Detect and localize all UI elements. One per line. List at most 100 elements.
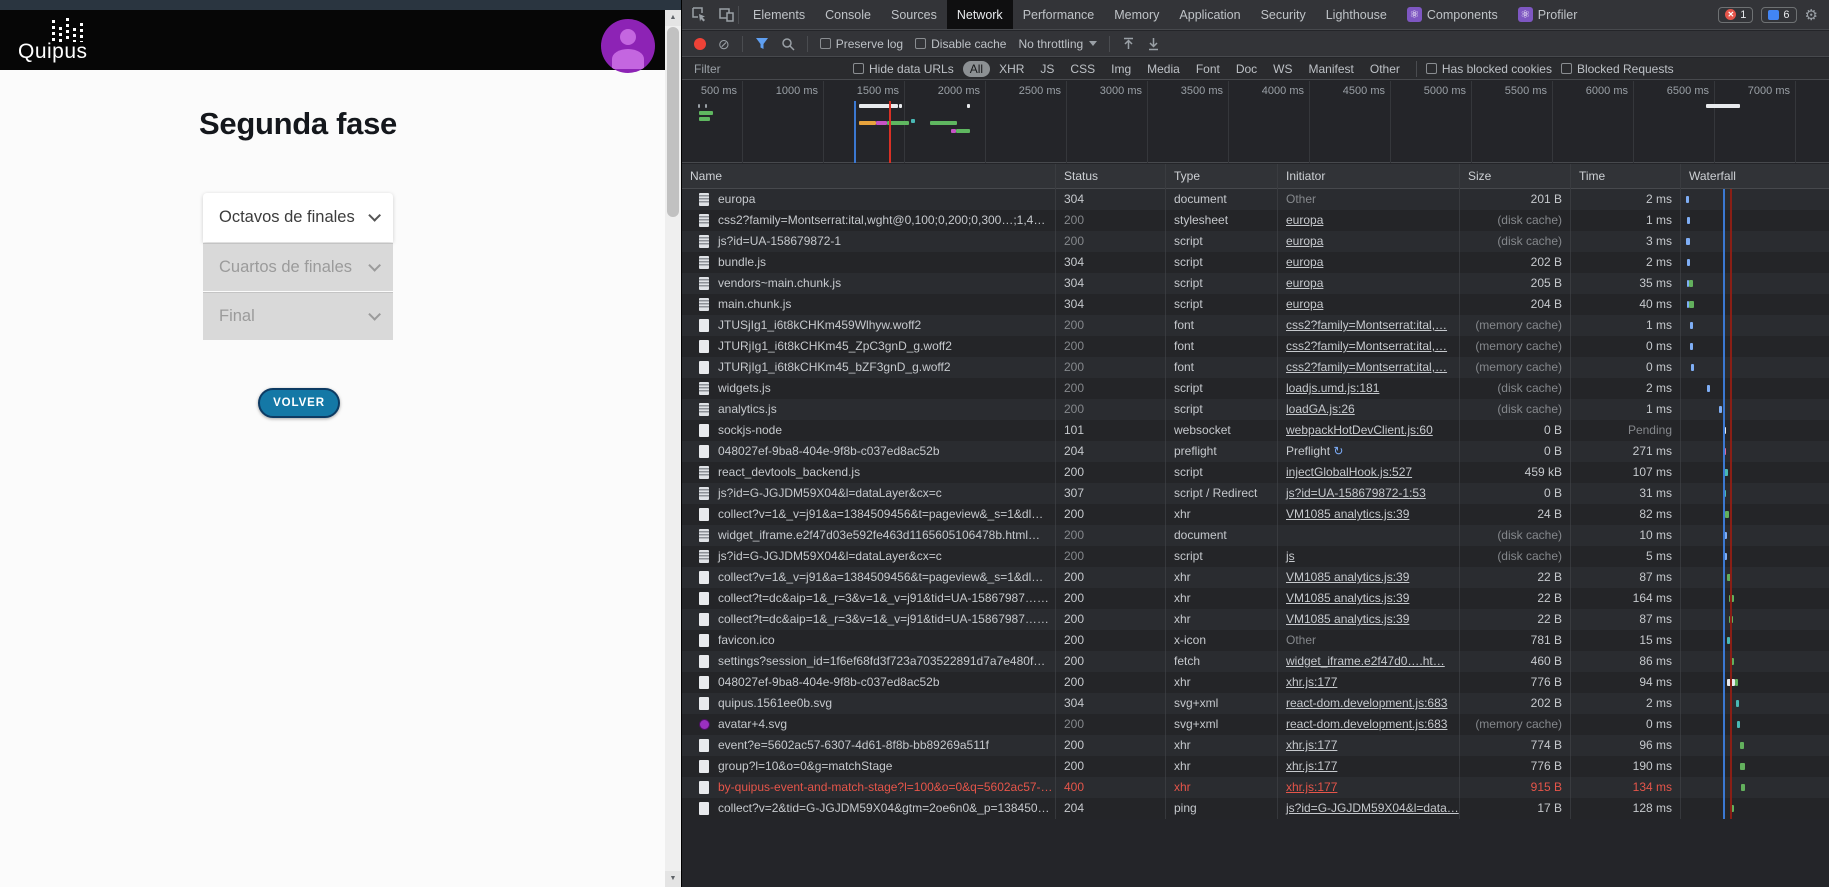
column-header-waterfall[interactable]: Waterfall (1681, 164, 1829, 189)
network-request-row[interactable]: bundle.js304scripteuropa202 B2 ms (682, 252, 1829, 273)
network-request-row[interactable]: sockjs-node101websocketwebpackHotDevClie… (682, 420, 1829, 441)
initiator-link[interactable]: VM1085 analytics.js:39 (1286, 570, 1409, 584)
initiator-link[interactable]: xhr.js:177 (1286, 675, 1337, 689)
tab-console[interactable]: Console (815, 0, 881, 29)
tab-application[interactable]: Application (1169, 0, 1250, 29)
network-request-row[interactable]: JTURjIg1_i6t8kCHKm45_ZpC3gnD_g.woff2200f… (682, 336, 1829, 357)
scroll-down-arrow-icon[interactable]: ▼ (665, 871, 681, 887)
initiator-link[interactable]: VM1085 analytics.js:39 (1286, 507, 1409, 521)
network-request-row[interactable]: analytics.js200scriptloadGA.js:26(disk c… (682, 399, 1829, 420)
column-header-status[interactable]: Status (1056, 164, 1166, 189)
inspect-element-icon[interactable] (692, 7, 707, 22)
tab-security[interactable]: Security (1251, 0, 1316, 29)
tab-profiler[interactable]: ⚛Profiler (1508, 0, 1588, 29)
tab-network[interactable]: Network (947, 0, 1013, 29)
network-overview-timeline[interactable]: 500 ms1000 ms1500 ms2000 ms2500 ms3000 m… (682, 81, 1829, 163)
column-header-time[interactable]: Time (1571, 164, 1681, 189)
filter-pill-other[interactable]: Other (1363, 61, 1407, 77)
initiator-link[interactable]: xhr.js:177 (1286, 780, 1337, 794)
initiator-link[interactable]: europa (1286, 255, 1323, 269)
network-request-row[interactable]: settings?session_id=1f6ef68fd3f723a70352… (682, 651, 1829, 672)
filter-pill-media[interactable]: Media (1140, 61, 1187, 77)
disable-cache-checkbox[interactable]: Disable cache (915, 37, 1006, 51)
tab-sources[interactable]: Sources (881, 0, 947, 29)
initiator-link[interactable]: xhr.js:177 (1286, 738, 1337, 752)
filter-pill-xhr[interactable]: XHR (992, 61, 1031, 77)
network-request-row[interactable]: europa304documentOther201 B2 ms (682, 189, 1829, 210)
tab-elements[interactable]: Elements (743, 0, 815, 29)
initiator-link[interactable]: js (1286, 549, 1295, 563)
hide-data-urls-checkbox[interactable]: Hide data URLs (853, 62, 954, 76)
device-toolbar-icon[interactable] (719, 7, 734, 22)
console-error-badge[interactable]: ✕ 1 (1718, 7, 1753, 23)
network-request-row[interactable]: vendors~main.chunk.js304scripteuropa205 … (682, 273, 1829, 294)
tab-memory[interactable]: Memory (1104, 0, 1169, 29)
filter-pill-ws[interactable]: WS (1266, 61, 1299, 77)
page-scrollbar[interactable]: ▲ ▼ (665, 10, 681, 887)
filter-pill-all[interactable]: All (963, 61, 990, 77)
tab-lighthouse[interactable]: Lighthouse (1316, 0, 1397, 29)
import-har-icon[interactable] (1122, 37, 1135, 51)
initiator-link[interactable]: react-dom.development.js:683 (1286, 696, 1447, 710)
network-request-row[interactable]: event?e=5602ac57-6307-4d61-8f8b-bb89269a… (682, 735, 1829, 756)
network-request-row[interactable]: js?id=UA-158679872-1200scripteuropa(disk… (682, 231, 1829, 252)
initiator-link[interactable]: css2?family=Montserrat:ital,… (1286, 318, 1447, 332)
initiator-link[interactable]: europa (1286, 234, 1323, 248)
network-request-row[interactable]: quipus.1561ee0b.svg304svg+xmlreact-dom.d… (682, 693, 1829, 714)
tab-components[interactable]: ⚛Components (1397, 0, 1508, 29)
settings-gear-icon[interactable]: ⚙ (1805, 6, 1818, 24)
filter-input[interactable] (694, 62, 844, 76)
scrollbar-thumb[interactable] (667, 27, 679, 217)
initiator-link[interactable]: js?id=UA-158679872-1:53 (1286, 486, 1426, 500)
network-request-row[interactable]: widget_iframe.e2f47d03e592fe463d11656051… (682, 525, 1829, 546)
record-network-log-icon[interactable] (694, 38, 706, 50)
initiator-link[interactable]: loadGA.js:26 (1286, 402, 1355, 416)
initiator-link[interactable]: europa (1286, 297, 1323, 311)
network-request-row[interactable]: widgets.js200scriptloadjs.umd.js:181(dis… (682, 378, 1829, 399)
network-request-row[interactable]: collect?v=1&_v=j91&a=1384509456&t=pagevi… (682, 504, 1829, 525)
column-header-initiator[interactable]: Initiator (1278, 164, 1460, 189)
initiator-link[interactable]: xhr.js:177 (1286, 759, 1337, 773)
network-request-row[interactable]: JTUSjIg1_i6t8kCHKm459Wlhyw.woff2200fontc… (682, 315, 1829, 336)
clear-network-log-icon[interactable]: ⊘ (718, 37, 730, 51)
blocked-requests-checkbox[interactable]: Blocked Requests (1561, 62, 1674, 76)
initiator-link[interactable]: europa (1286, 276, 1323, 290)
initiator-link[interactable]: widget_iframe.e2f47d0….ht… (1286, 654, 1445, 668)
network-request-row[interactable]: group?l=10&o=0&g=matchStage200xhrxhr.js:… (682, 756, 1829, 777)
network-request-row[interactable]: favicon.ico200x-iconOther781 B15 ms (682, 630, 1829, 651)
network-request-row[interactable]: main.chunk.js304scripteuropa204 B40 ms (682, 294, 1829, 315)
column-header-type[interactable]: Type (1166, 164, 1278, 189)
has-blocked-cookies-checkbox[interactable]: Has blocked cookies (1426, 62, 1552, 76)
network-request-row[interactable]: js?id=G-JGJDM59X04&l=dataLayer&cx=c200sc… (682, 546, 1829, 567)
initiator-link[interactable]: css2?family=Montserrat:ital,… (1286, 360, 1447, 374)
filter-pill-doc[interactable]: Doc (1229, 61, 1264, 77)
initiator-link[interactable]: webpackHotDevClient.js:60 (1286, 423, 1433, 437)
network-request-row[interactable]: JTURjIg1_i6t8kCHKm45_bZF3gnD_g.woff2200f… (682, 357, 1829, 378)
network-request-row[interactable]: collect?t=dc&aip=1&_r=3&v=1&_v=j91&tid=U… (682, 609, 1829, 630)
export-har-icon[interactable] (1147, 37, 1160, 51)
filter-funnel-icon[interactable] (755, 37, 769, 50)
network-request-row[interactable]: react_devtools_backend.js200scriptinject… (682, 462, 1829, 483)
preflight-redirect-icon[interactable]: ↻ (1330, 444, 1343, 458)
network-request-row[interactable]: avatar+4.svg200svg+xmlreact-dom.developm… (682, 714, 1829, 735)
filter-pill-css[interactable]: CSS (1063, 61, 1102, 77)
network-request-row[interactable]: js?id=G-JGJDM59X04&l=dataLayer&cx=c307sc… (682, 483, 1829, 504)
initiator-link[interactable]: VM1085 analytics.js:39 (1286, 612, 1409, 626)
scroll-up-arrow-icon[interactable]: ▲ (665, 10, 681, 26)
throttling-select[interactable]: No throttling (1018, 37, 1097, 51)
filter-pill-manifest[interactable]: Manifest (1302, 61, 1361, 77)
column-header-name[interactable]: Name (682, 164, 1056, 189)
tab-performance[interactable]: Performance (1013, 0, 1105, 29)
initiator-link[interactable]: react-dom.development.js:683 (1286, 717, 1447, 731)
column-header-size[interactable]: Size (1460, 164, 1571, 189)
filter-pill-js[interactable]: JS (1033, 61, 1061, 77)
network-request-row[interactable]: collect?v=2&tid=G-JGJDM59X04&gtm=2oe6n0&… (682, 798, 1829, 819)
filter-pill-font[interactable]: Font (1189, 61, 1227, 77)
preserve-log-checkbox[interactable]: Preserve log (820, 37, 903, 51)
initiator-link[interactable]: loadjs.umd.js:181 (1286, 381, 1379, 395)
network-request-row[interactable]: collect?v=1&_v=j91&a=1384509456&t=pagevi… (682, 567, 1829, 588)
initiator-link[interactable]: css2?family=Montserrat:ital,… (1286, 339, 1447, 353)
initiator-link[interactable]: VM1085 analytics.js:39 (1286, 591, 1409, 605)
volver-button[interactable]: VOLVER (258, 388, 340, 418)
initiator-link[interactable]: injectGlobalHook.js:527 (1286, 465, 1412, 479)
